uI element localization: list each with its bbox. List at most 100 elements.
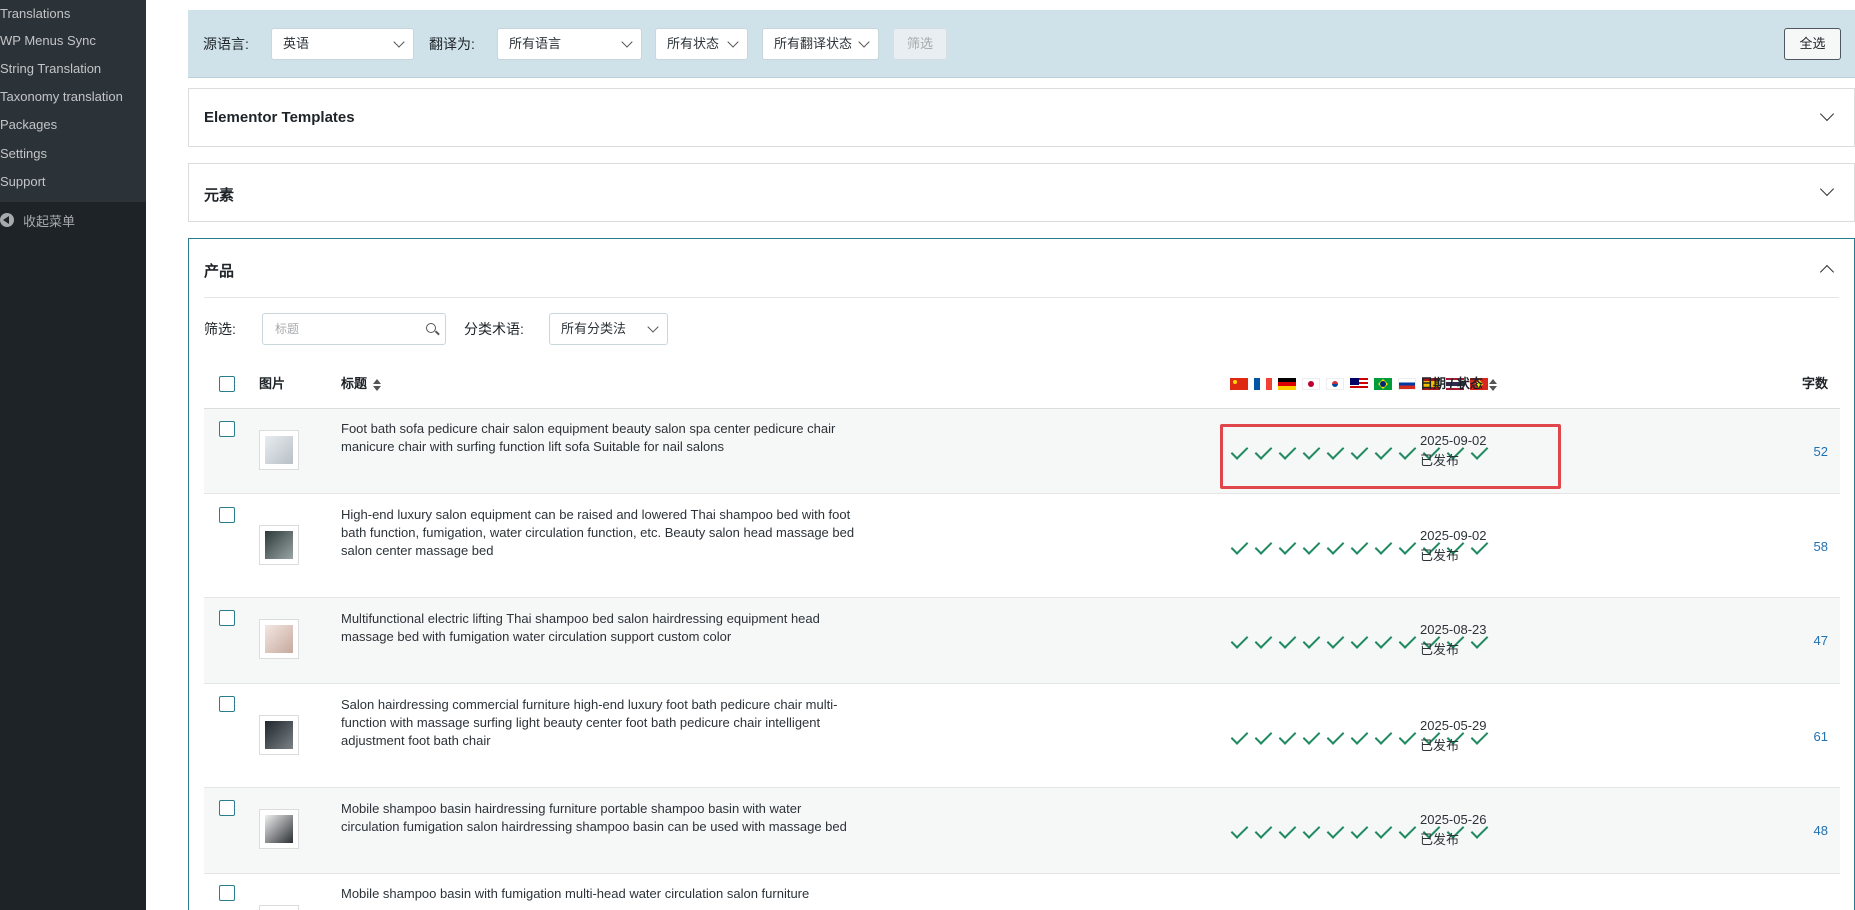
select-all-button[interactable]: 全选 <box>1784 28 1841 60</box>
sort-icon[interactable] <box>1488 378 1497 391</box>
source-language-select[interactable]: 英语 <box>271 28 414 60</box>
translated-check-icon[interactable] <box>1396 631 1420 651</box>
translate-to-value: 所有语言 <box>509 36 562 51</box>
translated-check-icon[interactable] <box>1228 537 1252 557</box>
translated-check-icon[interactable] <box>1348 727 1372 747</box>
translated-check-icon[interactable] <box>1252 537 1276 557</box>
product-title-link[interactable]: High-end luxury salon equipment can be r… <box>341 506 861 560</box>
translated-check-icon[interactable] <box>1396 727 1420 747</box>
elementor-templates-panel[interactable]: Elementor Templates <box>188 88 1855 147</box>
translated-check-icon[interactable] <box>1276 727 1300 747</box>
status-value: 所有状态 <box>667 36 720 51</box>
search-icon[interactable] <box>426 323 436 333</box>
select-all-checkbox[interactable] <box>219 376 235 392</box>
row-status: 已发布 <box>1420 738 1460 753</box>
product-thumbnail <box>259 715 299 755</box>
table-row[interactable]: Mobile shampoo basin with fumigation mul… <box>204 874 1840 910</box>
product-title-link[interactable]: Mobile shampoo basin with fumigation mul… <box>341 885 861 903</box>
translate-to-select[interactable]: 所有语言 <box>497 28 642 60</box>
translated-check-icon[interactable] <box>1372 537 1396 557</box>
translated-check-icon[interactable] <box>1372 631 1396 651</box>
taxonomy-value: 所有分类法 <box>561 321 627 336</box>
header-date-status[interactable]: 日期 / 状态 <box>1420 358 1497 409</box>
product-title-link[interactable]: Foot bath sofa pedicure chair salon equi… <box>341 420 861 456</box>
translated-check-icon[interactable] <box>1228 727 1252 747</box>
chevron-down-icon <box>727 36 739 48</box>
translated-check-icon[interactable] <box>1276 821 1300 841</box>
translated-check-icon[interactable] <box>1252 631 1276 651</box>
table-row[interactable]: Salon hairdressing commercial furniture … <box>204 684 1840 788</box>
elements-panel[interactable]: 元素 <box>188 163 1855 222</box>
translated-check-icon[interactable] <box>1276 537 1300 557</box>
sidebar-item-settings[interactable]: Settings <box>0 144 47 164</box>
header-title[interactable]: 标题 <box>341 358 382 409</box>
chevron-down-icon[interactable] <box>1819 106 1835 122</box>
translated-check-icon[interactable] <box>1276 631 1300 651</box>
table-row[interactable]: Foot bath sofa pedicure chair salon equi… <box>204 409 1840 494</box>
chevron-down-icon <box>621 36 633 48</box>
sidebar-item-wp-menus-sync[interactable]: WP Menus Sync <box>0 31 96 51</box>
date-status: 2025-05-26 已发布 <box>1420 810 1487 850</box>
taxonomy-select[interactable]: 所有分类法 <box>549 313 668 345</box>
translated-check-icon[interactable] <box>1348 537 1372 557</box>
translated-check-icon[interactable] <box>1348 631 1372 651</box>
sidebar-item-taxonomy-translation[interactable]: Taxonomy translation <box>0 87 123 107</box>
table-row[interactable]: High-end luxury salon equipment can be r… <box>204 494 1840 598</box>
word-count-link[interactable]: 52 <box>1814 444 1828 459</box>
row-date: 2025-05-29 <box>1420 718 1487 733</box>
row-checkbox[interactable] <box>219 885 235 901</box>
table-row[interactable]: Multifunctional electric lifting Thai sh… <box>204 598 1840 684</box>
status-select[interactable]: 所有状态 <box>655 28 748 60</box>
translated-check-icon[interactable] <box>1228 821 1252 841</box>
product-title-link[interactable]: Multifunctional electric lifting Thai sh… <box>341 610 861 646</box>
chevron-down-icon[interactable] <box>1819 181 1835 197</box>
translated-check-icon[interactable] <box>1324 631 1348 651</box>
table-row[interactable]: Mobile shampoo basin hairdressing furnit… <box>204 788 1840 874</box>
collapse-menu-label: 收起菜单 <box>23 213 76 229</box>
product-title-link[interactable]: Mobile shampoo basin hairdressing furnit… <box>341 800 861 836</box>
title-search-input[interactable]: 标题 <box>262 313 446 345</box>
sidebar-item-string-translation[interactable]: String Translation <box>0 59 101 79</box>
row-checkbox[interactable] <box>219 421 235 437</box>
row-checkbox[interactable] <box>219 696 235 712</box>
translated-check-icon[interactable] <box>1252 727 1276 747</box>
sidebar-item-support[interactable]: Support <box>0 172 46 192</box>
word-count-link[interactable]: 61 <box>1814 729 1828 744</box>
word-count-link[interactable]: 48 <box>1814 823 1828 838</box>
translated-check-icon[interactable] <box>1396 537 1420 557</box>
row-status: 已发布 <box>1420 832 1460 847</box>
panel-title: 产品 <box>204 263 235 280</box>
translated-check-icon[interactable] <box>1228 631 1252 651</box>
translated-check-icon[interactable] <box>1372 821 1396 841</box>
translated-check-icon[interactable] <box>1324 821 1348 841</box>
highlight-box <box>1220 424 1561 489</box>
translated-check-icon[interactable] <box>1300 821 1324 841</box>
translated-check-icon[interactable] <box>1252 821 1276 841</box>
panel-title: Elementor Templates <box>204 109 355 126</box>
collapse-menu-button[interactable]: 收起菜单 <box>0 210 75 230</box>
word-count-link[interactable]: 58 <box>1814 539 1828 554</box>
translation-status-select[interactable]: 所有翻译状态 <box>762 28 879 60</box>
row-status: 已发布 <box>1420 548 1460 563</box>
translated-check-icon[interactable] <box>1324 727 1348 747</box>
product-thumbnail <box>259 619 299 659</box>
translated-check-icon[interactable] <box>1396 821 1420 841</box>
chevron-up-icon[interactable] <box>1819 264 1835 280</box>
translated-check-icon[interactable] <box>1300 727 1324 747</box>
product-title-link[interactable]: Salon hairdressing commercial furniture … <box>341 696 861 750</box>
row-checkbox[interactable] <box>219 610 235 626</box>
word-count-link[interactable]: 47 <box>1814 633 1828 648</box>
date-status: 2025-08-23 已发布 <box>1420 620 1487 660</box>
translated-check-icon[interactable] <box>1300 631 1324 651</box>
row-checkbox[interactable] <box>219 800 235 816</box>
flag-jp-icon <box>1302 378 1320 390</box>
translated-check-icon[interactable] <box>1324 537 1348 557</box>
sort-icon[interactable] <box>373 378 382 391</box>
sidebar-item-packages[interactable]: Packages <box>0 115 57 135</box>
filter-button[interactable]: 筛选 <box>893 28 947 60</box>
sidebar-item-translations[interactable]: Translations <box>0 4 70 24</box>
row-checkbox[interactable] <box>219 507 235 523</box>
translated-check-icon[interactable] <box>1348 821 1372 841</box>
translated-check-icon[interactable] <box>1372 727 1396 747</box>
translated-check-icon[interactable] <box>1300 537 1324 557</box>
